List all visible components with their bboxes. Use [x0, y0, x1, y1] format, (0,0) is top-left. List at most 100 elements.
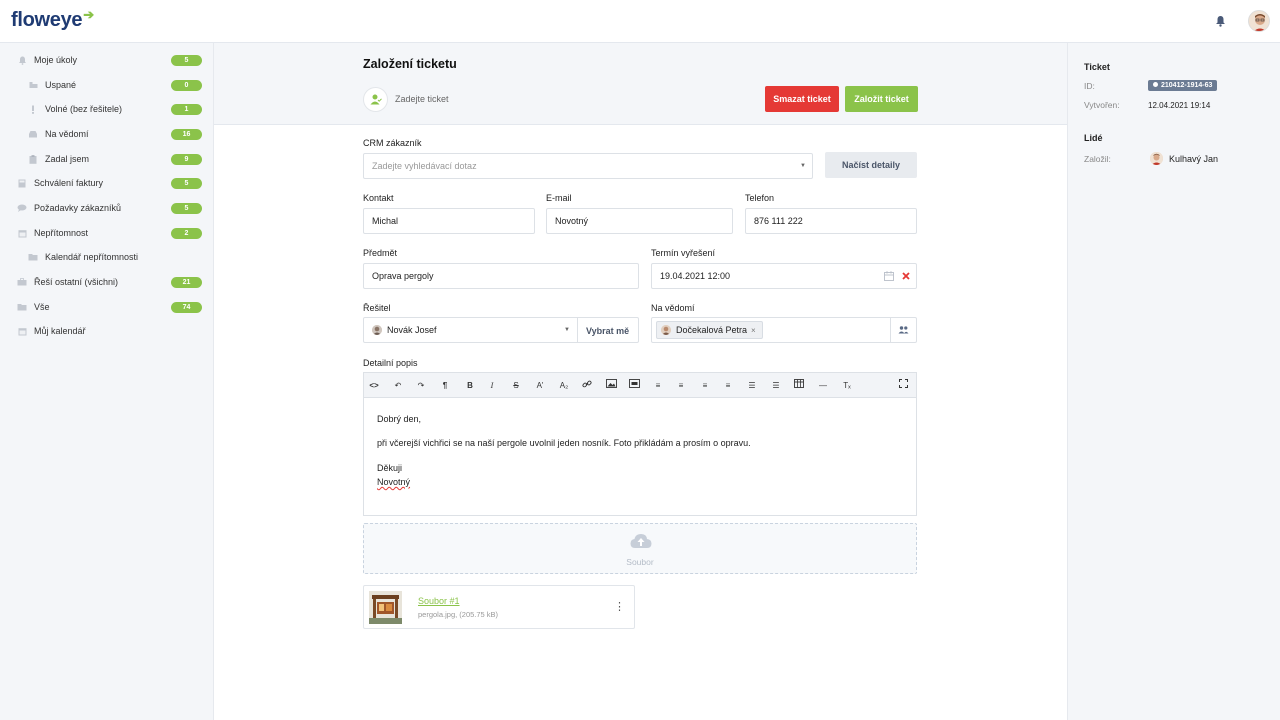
solver-select[interactable]: Novák Josef ▼ Vybrat mě	[363, 317, 639, 343]
assign-user-icon[interactable]	[363, 87, 388, 112]
cc-label: Na vědomí	[651, 303, 695, 313]
id-label: ID:	[1084, 81, 1095, 91]
sidebar-item-created-by-me[interactable]: Zadal jsem 9	[0, 147, 214, 171]
media-icon[interactable]	[627, 379, 641, 392]
paragraph-icon[interactable]: ¶	[438, 379, 452, 392]
phone-field[interactable]: 876 111 222	[745, 208, 917, 234]
ticket-header	[214, 43, 1067, 125]
sidebar-item-label: Můj kalendář	[34, 326, 86, 336]
notifications-bell-icon[interactable]	[1215, 15, 1227, 27]
sidebar-item-label: Požadavky zákazníků	[34, 203, 122, 213]
sidebar-item-invoice-approval[interactable]: Schválení faktury 5	[0, 171, 214, 195]
delete-ticket-button[interactable]: Smazat ticket	[765, 86, 839, 112]
cc-user-name: Dočekalová Petra	[676, 325, 748, 335]
users-icon[interactable]	[898, 326, 909, 336]
align-justify-icon[interactable]: ≡	[721, 379, 735, 392]
sidebar-item-label: Volné (bez řešitele)	[45, 104, 123, 114]
remove-tag-icon[interactable]: ×	[751, 326, 756, 335]
bold-icon[interactable]: B	[463, 379, 477, 392]
folder-icon	[28, 253, 38, 262]
crm-customer-search[interactable]: Zadejte vyhledávací dotaz ▼	[363, 153, 813, 179]
solver-value: Novák Josef	[387, 325, 437, 335]
founder-name: Kulhavý Jan	[1169, 154, 1219, 164]
load-details-button[interactable]: Načíst detaily	[825, 152, 917, 178]
cc-user-avatar	[661, 325, 671, 335]
people-heading: Lidé	[1084, 133, 1103, 143]
numbered-list-icon[interactable]: ☰	[769, 379, 783, 392]
chat-icon	[17, 204, 27, 213]
editor-line: Dobrý den,	[377, 414, 422, 424]
briefcase-icon	[17, 278, 27, 287]
founder-avatar	[1150, 152, 1163, 165]
align-left-icon[interactable]: ≡	[651, 379, 665, 392]
image-icon[interactable]	[604, 379, 618, 392]
sidebar-item-my-tasks[interactable]: Moje úkoly 5	[0, 48, 214, 72]
clear-format-icon[interactable]: Tₓ	[840, 379, 854, 392]
superscript-icon[interactable]: A'	[533, 379, 547, 392]
subscript-icon[interactable]: A₂	[557, 379, 571, 392]
link-icon[interactable]	[580, 379, 594, 392]
sidebar-item-label: Nepřítomnost	[34, 228, 89, 238]
align-right-icon[interactable]: ≡	[698, 379, 712, 392]
sidebar-item-all[interactable]: Vše 74	[0, 295, 214, 319]
sidebar-item-unassigned[interactable]: Volné (bez řešitele) 1	[0, 97, 214, 121]
undo-icon[interactable]: ↶	[391, 379, 405, 392]
calendar-icon	[17, 229, 27, 238]
count-badge: 21	[171, 276, 202, 288]
clear-icon[interactable]	[901, 271, 911, 283]
cc-user-tag[interactable]: Dočekalová Petra ×	[656, 321, 763, 339]
sidebar-item-label: Vše	[34, 302, 50, 312]
redo-icon[interactable]: ↷	[414, 379, 428, 392]
fullscreen-icon[interactable]	[896, 379, 910, 392]
contact-label: Kontakt	[363, 193, 394, 203]
attachment-thumbnail[interactable]	[369, 591, 402, 624]
bullet-list-icon[interactable]: ☰	[745, 379, 759, 392]
contact-field[interactable]: Michal	[363, 208, 535, 234]
strikethrough-icon[interactable]: S	[509, 379, 523, 392]
cloud-upload-icon	[630, 533, 652, 549]
editor-line: při včerejší vichřici se na naší pergole…	[377, 438, 751, 448]
deadline-value: 19.04.2021 12:00	[660, 271, 731, 281]
description-editor[interactable]: Dobrý den, při včerejší vichřici se na n…	[363, 397, 917, 516]
email-field[interactable]: Novotný	[546, 208, 733, 234]
sidebar-item-sleeping[interactable]: Uspané 0	[0, 73, 214, 97]
user-avatar[interactable]	[1248, 10, 1270, 32]
assignee-placeholder[interactable]: Zadejte ticket	[395, 94, 449, 104]
count-badge: 0	[171, 79, 202, 91]
dropzone-label: Soubor	[626, 557, 654, 567]
clipboard-icon	[28, 154, 38, 164]
more-options-icon[interactable]: ⋮	[614, 600, 625, 614]
align-center-icon[interactable]: ≡	[674, 379, 688, 392]
subject-field[interactable]: Oprava pergoly	[363, 263, 639, 289]
create-ticket-button[interactable]: Založit ticket	[845, 86, 918, 112]
count-badge: 9	[171, 153, 202, 165]
logo-arrow-icon: ➔	[83, 7, 94, 22]
attachment-name-link[interactable]: Soubor #1	[418, 596, 460, 606]
editor-line: Děkuji	[377, 463, 403, 473]
count-badge: 2	[171, 227, 202, 239]
sidebar-item-absence[interactable]: Nepřítomnost 2	[0, 221, 214, 245]
ticket-id-badge: 210412-1914-63	[1148, 80, 1218, 91]
italic-icon[interactable]: I	[485, 379, 499, 392]
email-label: E-mail	[546, 193, 572, 203]
solver-label: Řešitel	[363, 303, 391, 313]
sidebar-item-label: Řeší ostatní (všichni)	[34, 277, 119, 287]
sidebar-item-others-solve[interactable]: Řeší ostatní (všichni) 21	[0, 270, 214, 294]
table-icon[interactable]	[792, 379, 806, 392]
sidebar-item-customer-requests[interactable]: Požadavky zákazníků 5	[0, 196, 214, 220]
attachment-meta: pergola.jpg, (205.75 kB)	[418, 610, 499, 619]
sidebar-item-my-calendar[interactable]: Můj kalendář	[0, 319, 214, 343]
file-dropzone[interactable]: Soubor	[363, 523, 917, 574]
sidebar-item-cc[interactable]: Na vědomí 16	[0, 122, 214, 146]
sidebar-item-absence-calendar[interactable]: Kalendář nepřítomnosti	[0, 245, 214, 269]
deadline-field[interactable]: 19.04.2021 12:00	[651, 263, 917, 289]
calendar-icon[interactable]	[884, 271, 894, 283]
floweye-logo[interactable]: floweye➔	[11, 7, 94, 32]
horizontal-rule-icon[interactable]: —	[816, 379, 830, 392]
folder-icon	[17, 303, 27, 312]
calendar-icon	[17, 327, 27, 336]
source-code-icon[interactable]: <>	[367, 379, 381, 392]
pick-me-button[interactable]: Vybrat mě	[586, 326, 629, 336]
sidebar-item-label: Zadal jsem	[45, 154, 90, 164]
crm-placeholder: Zadejte vyhledávací dotaz	[372, 161, 477, 171]
